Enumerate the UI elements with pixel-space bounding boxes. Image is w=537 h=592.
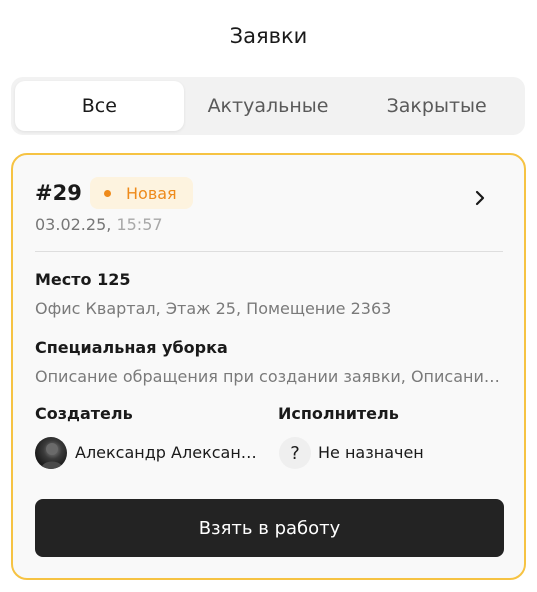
- service-title: Специальная уборка: [35, 338, 228, 357]
- place-address: Офис Квартал, Этаж 25, Помещение 2363: [35, 299, 392, 318]
- question-mark-icon: ?: [279, 437, 311, 469]
- executor-name: Не назначен: [318, 443, 424, 462]
- service-description: Описание обращения при создании заявки, …: [35, 367, 500, 386]
- executor-label: Исполнитель: [278, 404, 399, 423]
- take-to-work-button[interactable]: Взять в работу: [35, 499, 504, 557]
- request-date: 03.02.25,: [35, 215, 112, 234]
- request-number: #29: [35, 181, 82, 205]
- divider: [35, 251, 503, 252]
- creator-name: Александр Александрович: [75, 443, 267, 462]
- status-label: Новая: [126, 183, 177, 203]
- tab-closed[interactable]: Закрытые: [352, 81, 521, 131]
- request-card[interactable]: #29 Новая 03.02.25, 15:57 Место 125 Офис…: [11, 153, 526, 580]
- request-datetime: 03.02.25, 15:57: [35, 215, 163, 234]
- chevron-right-icon[interactable]: [471, 188, 489, 208]
- creator-label: Создатель: [35, 404, 133, 423]
- tab-actual[interactable]: Актуальные: [184, 81, 353, 131]
- creator-avatar: [35, 437, 67, 469]
- tab-all[interactable]: Все: [15, 81, 184, 131]
- place-title: Место 125: [35, 270, 131, 289]
- tab-bar: Все Актуальные Закрытые: [11, 77, 525, 135]
- page-title: Заявки: [229, 24, 308, 48]
- user-photo-icon: [41, 443, 63, 469]
- status-badge: Новая: [90, 177, 193, 209]
- status-dot-icon: [104, 189, 111, 197]
- request-time: 15:57: [116, 215, 163, 234]
